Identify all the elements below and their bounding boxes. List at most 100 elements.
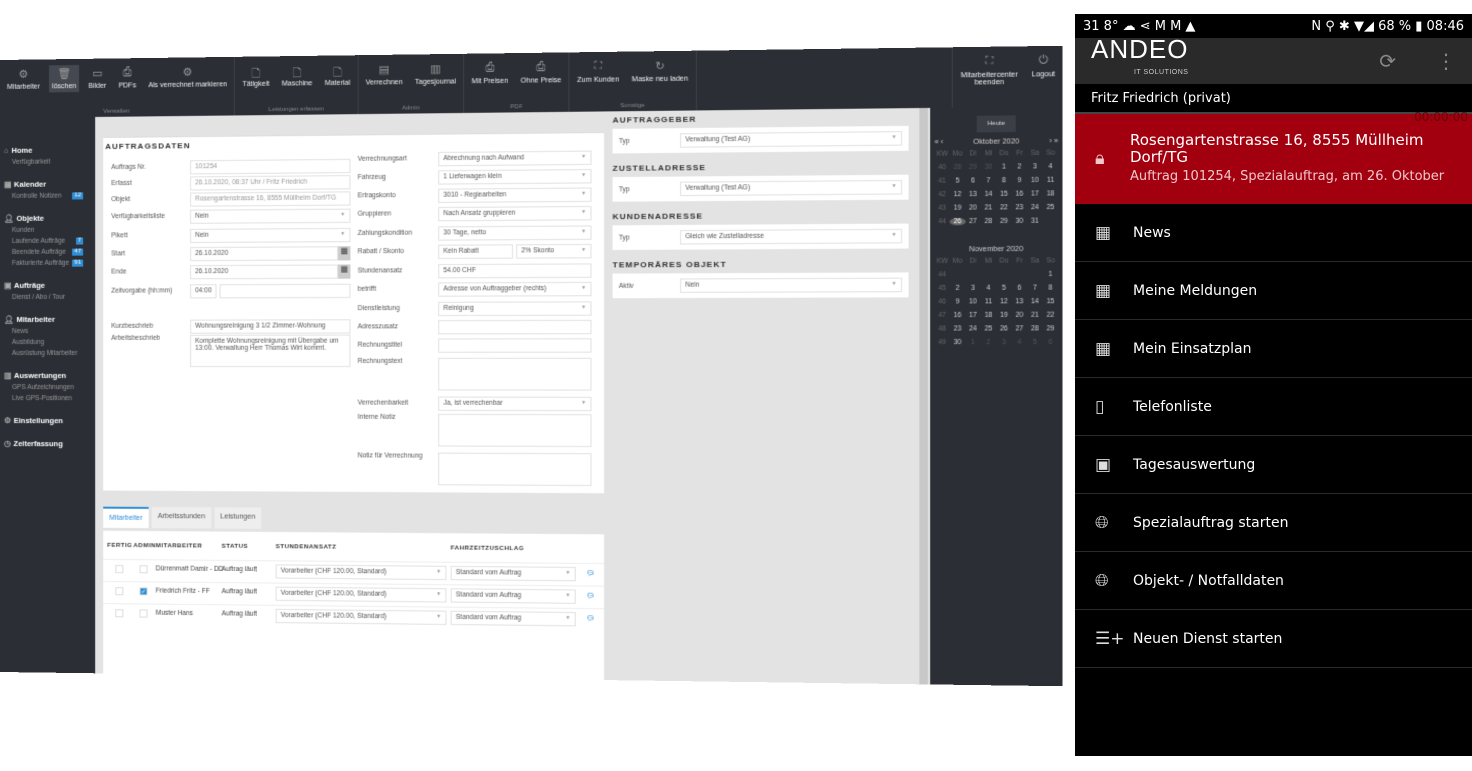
field-input[interactable]: 30 Tage, netto ▼ bbox=[438, 224, 592, 241]
prev-month-icon[interactable]: « ‹ bbox=[934, 139, 943, 146]
rate-select[interactable]: Vorarbeiter (CHF 120.00, Standard) ▼ bbox=[275, 564, 447, 581]
calendar-day[interactable]: 23 bbox=[950, 325, 965, 332]
calendar-icon[interactable]: ▦ bbox=[338, 245, 351, 260]
sidebar-heading[interactable]: ⌂ Home bbox=[0, 143, 95, 157]
field-input[interactable]: Nach Ansatz gruppieren ▼ bbox=[438, 205, 592, 221]
admin-checkbox[interactable]: ✓ bbox=[139, 587, 148, 596]
sidebar-heading[interactable]: ▥ Auswertungen bbox=[0, 369, 95, 382]
field-input[interactable] bbox=[438, 413, 592, 448]
calendar-day[interactable] bbox=[981, 271, 996, 278]
rate-select[interactable]: Vorarbeiter (CHF 120.00, Standard) ▼ bbox=[275, 608, 447, 625]
calendar-day[interactable]: 2 bbox=[1012, 163, 1028, 170]
calendar-day[interactable]: 25 bbox=[981, 325, 996, 332]
calendar-day[interactable]: 20 bbox=[965, 204, 980, 211]
toolbar-button[interactable]: ▥ Tagesjournal bbox=[412, 60, 459, 88]
calendar-day[interactable]: 6 bbox=[965, 177, 980, 184]
toolbar-button[interactable]: 🗋 Material bbox=[322, 61, 354, 89]
calendar-day[interactable]: 1 bbox=[1043, 271, 1059, 278]
calendar-day[interactable]: 25 bbox=[1043, 204, 1059, 211]
calendar-day[interactable]: 19 bbox=[950, 204, 965, 211]
calendar-day[interactable]: 22 bbox=[1043, 312, 1059, 319]
sidebar-item[interactable]: Ausrüstung Mitarbeiter bbox=[0, 348, 95, 359]
calendar-day[interactable]: 21 bbox=[1027, 312, 1043, 319]
calendar-day[interactable] bbox=[1043, 217, 1059, 224]
calendar-day[interactable] bbox=[950, 271, 965, 278]
toolbar-button[interactable]: ⛶ Zum Kunden bbox=[574, 58, 622, 86]
menu-item[interactable]: ▣ Tagesauswertung bbox=[1075, 436, 1472, 494]
sidebar-item[interactable]: Fakturierte Aufträge 91 bbox=[0, 258, 95, 269]
calendar-day[interactable]: 7 bbox=[1027, 284, 1043, 291]
rate-select[interactable]: Vorarbeiter (CHF 120.00, Standard) ▼ bbox=[275, 586, 447, 603]
calendar-day[interactable]: 15 bbox=[1043, 298, 1059, 305]
more-vert-icon[interactable]: ⋮ bbox=[1436, 49, 1456, 73]
calendar-day[interactable]: 23 bbox=[1012, 204, 1028, 211]
field-input[interactable]: 04:00 bbox=[190, 283, 217, 298]
calendar-day[interactable]: 4 bbox=[1043, 163, 1059, 170]
calendar-day[interactable]: 31 bbox=[1027, 218, 1043, 225]
calendar-day[interactable]: 19 bbox=[996, 312, 1011, 319]
calendar-day[interactable]: 27 bbox=[1012, 325, 1028, 332]
toolbar-button[interactable]: ▤ Verrechnen bbox=[363, 61, 406, 89]
field-input[interactable]: Kein Rabatt bbox=[438, 243, 514, 259]
calendar-day[interactable]: 27 bbox=[965, 218, 980, 225]
calendar-day[interactable]: 26 bbox=[949, 218, 966, 226]
travel-select[interactable]: Standard vom Auftrag ▼ bbox=[450, 610, 576, 627]
field-input[interactable]: Rosengartenstrasse 16, 8555 Müllheim Dor… bbox=[190, 190, 351, 207]
calendar-day[interactable]: 2 bbox=[950, 285, 965, 292]
field-input[interactable]: 26.10.2020, 08:37 Uhr / Fritz Friedrich bbox=[190, 174, 351, 191]
tab-leistungen[interactable]: Leistungen bbox=[214, 507, 262, 529]
calendar-day[interactable]: 16 bbox=[1012, 190, 1028, 197]
field-input[interactable]: Abrechnung nach Aufwand ▼ bbox=[438, 150, 592, 166]
field-input[interactable]: Adresse von Auftraggeber (rechts) ▼ bbox=[438, 281, 592, 297]
sidebar-item[interactable]: Ausbildung bbox=[0, 337, 95, 348]
calendar-day[interactable]: 21 bbox=[981, 204, 996, 211]
scrollbar[interactable] bbox=[919, 107, 928, 685]
refresh-icon[interactable]: ⟳ bbox=[1379, 49, 1396, 73]
sidebar-heading[interactable]: 👤︎ Objekte bbox=[0, 211, 95, 225]
fertig-checkbox[interactable] bbox=[115, 609, 124, 618]
sidebar-item[interactable]: GPS Aufzeichnungen bbox=[0, 382, 95, 393]
toolbar-button[interactable]: ⎙ Ohne Preise bbox=[518, 59, 565, 87]
calendar-day[interactable]: 5 bbox=[950, 177, 965, 184]
sidebar-heading[interactable]: ▣ Aufträge bbox=[0, 279, 95, 292]
sidebar-item[interactable]: News bbox=[0, 326, 95, 337]
type-select[interactable]: Gleich wie Zustelladresse ▼ bbox=[680, 228, 903, 245]
calendar-day[interactable]: 14 bbox=[981, 191, 996, 198]
toolbar-button[interactable]: ⏻ Logout bbox=[1028, 52, 1058, 88]
calendar-day[interactable]: 17 bbox=[965, 312, 980, 319]
fertig-checkbox[interactable] bbox=[115, 587, 124, 596]
menu-item[interactable]: ▯ Telefonliste bbox=[1075, 378, 1472, 436]
sidebar-item[interactable]: Kunden bbox=[0, 224, 95, 236]
calendar-day[interactable]: 17 bbox=[1027, 190, 1043, 197]
sidebar-item[interactable]: Kontrolle Notizen 12 bbox=[0, 190, 95, 202]
sidebar-item[interactable]: Beendete Aufträge 47 bbox=[0, 247, 95, 258]
sidebar-item[interactable]: Dienst / Abo / Tour bbox=[0, 292, 95, 303]
sidebar-heading[interactable]: ◷ Zeiterfassung bbox=[0, 437, 95, 450]
calendar-day[interactable]: 5 bbox=[1027, 339, 1043, 346]
calendar-day[interactable]: 10 bbox=[1027, 177, 1043, 184]
calendar-day[interactable]: 9 bbox=[950, 298, 965, 305]
field-input[interactable] bbox=[219, 283, 351, 298]
field-input[interactable] bbox=[438, 337, 592, 353]
calendar-day[interactable]: 18 bbox=[1043, 190, 1059, 197]
calendar-day[interactable]: 8 bbox=[1043, 284, 1059, 291]
sidebar-item[interactable]: Laufende Aufträge 7 bbox=[0, 235, 95, 247]
field-input[interactable] bbox=[438, 319, 592, 334]
field-input[interactable] bbox=[438, 357, 592, 391]
calendar-day[interactable]: 20 bbox=[1012, 312, 1028, 319]
field-input[interactable]: 26.10.2020 bbox=[190, 264, 339, 279]
field-input[interactable]: Nein ▼ bbox=[190, 227, 351, 243]
comment-icon[interactable]: 💬︎ bbox=[586, 614, 595, 622]
comment-icon[interactable]: 💬︎ bbox=[586, 592, 595, 600]
calendar-day[interactable]: 22 bbox=[996, 204, 1011, 211]
sidebar-heading[interactable]: ▦ Kalender bbox=[0, 177, 95, 191]
menu-item[interactable]: ▦ News bbox=[1075, 204, 1472, 262]
toolbar-button[interactable]: 🗑︎ löschen bbox=[49, 64, 80, 93]
calendar-day[interactable]: 28 bbox=[981, 218, 996, 225]
calendar-day[interactable] bbox=[1012, 271, 1028, 278]
calendar-day[interactable] bbox=[965, 271, 980, 278]
calendar-day[interactable]: 4 bbox=[1012, 339, 1028, 346]
calendar-day[interactable]: 8 bbox=[996, 177, 1011, 184]
calendar-day[interactable]: 29 bbox=[1043, 325, 1059, 332]
field-input[interactable]: 54.00 CHF bbox=[438, 262, 592, 278]
